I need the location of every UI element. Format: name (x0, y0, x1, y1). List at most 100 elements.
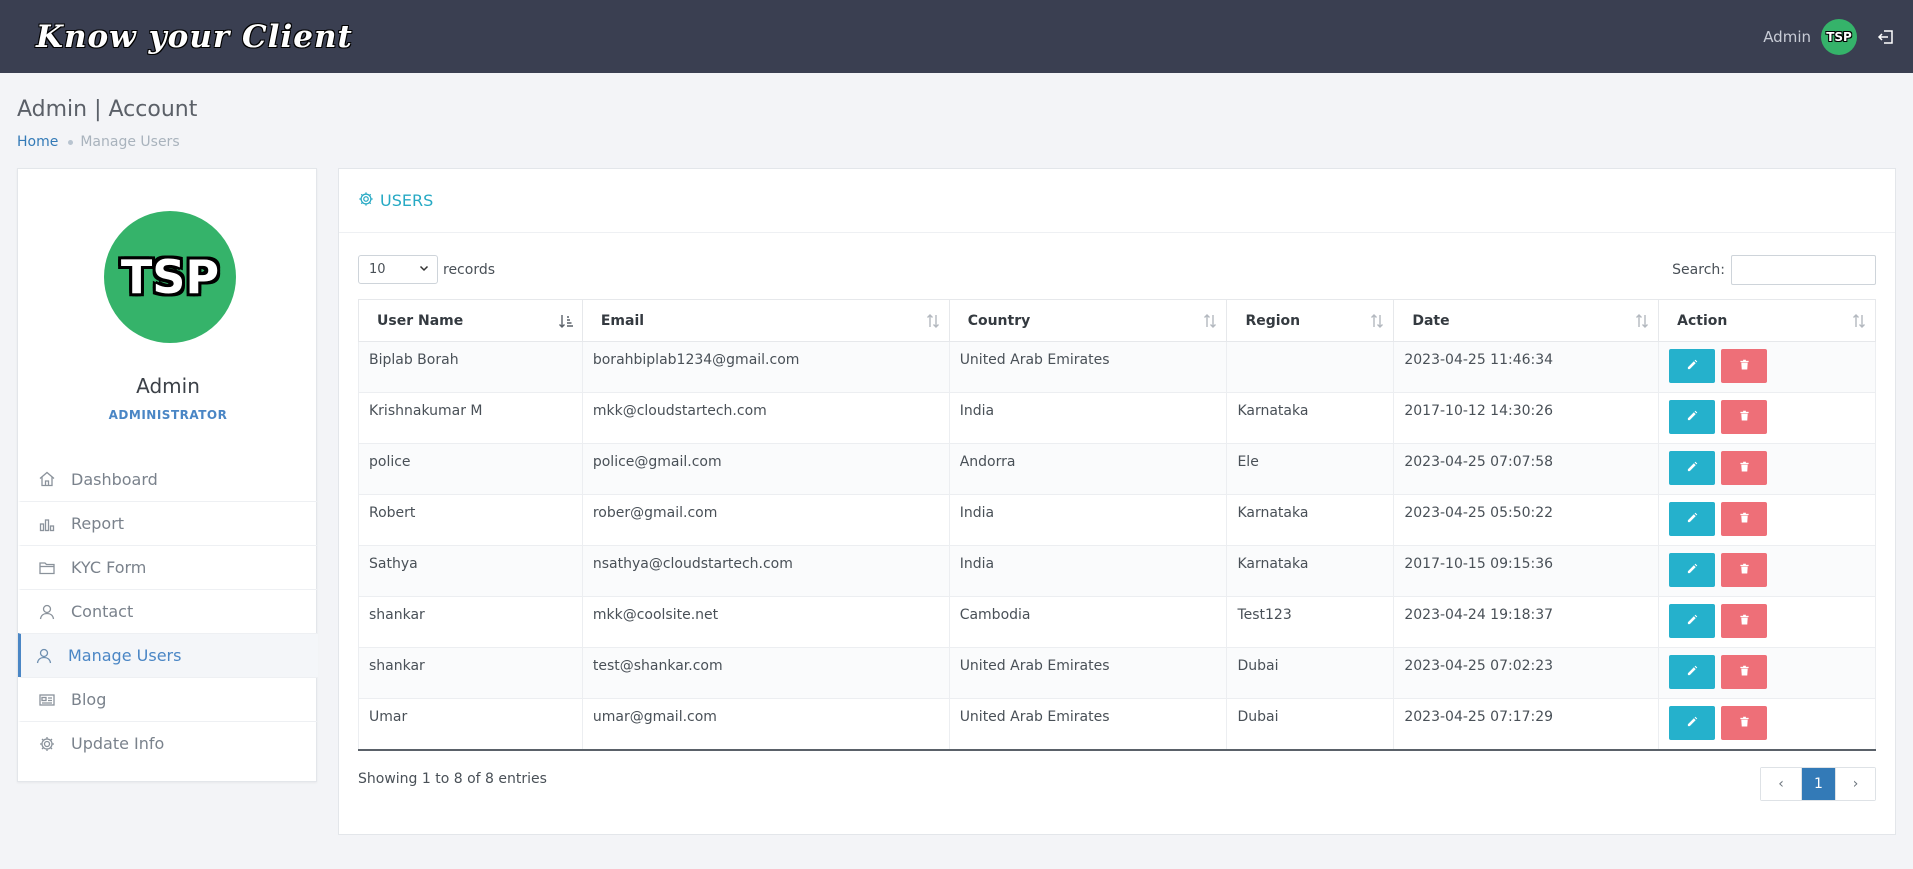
cell-date: 2017-10-15 09:15:36 (1393, 545, 1660, 597)
table-row: shankar mkk@coolsite.net Cambodia Test12… (358, 596, 1876, 648)
cell-country: United Arab Emirates (948, 341, 1228, 393)
profile-role: ADMINISTRATOR (108, 408, 228, 422)
cell-region (1226, 341, 1395, 393)
search-input[interactable] (1731, 255, 1876, 285)
column-header-action[interactable]: Action (1658, 299, 1876, 342)
pencil-icon (1687, 511, 1698, 527)
table-row: Biplab Borah borahbiplab1234@gmail.com U… (358, 341, 1876, 393)
edit-button[interactable] (1669, 553, 1716, 587)
cell-date: 2023-04-25 07:07:58 (1393, 443, 1660, 495)
cell-action (1658, 596, 1876, 648)
profile-avatar-text: TSP (120, 250, 220, 304)
sidebar-item-blog[interactable]: Blog (18, 677, 318, 721)
delete-button[interactable] (1721, 706, 1768, 740)
sidebar-item-contact[interactable]: Contact (18, 589, 318, 633)
cell-region: Dubai (1226, 647, 1395, 699)
gear-icon (38, 735, 56, 753)
delete-button[interactable] (1721, 655, 1768, 689)
delete-button[interactable] (1721, 400, 1768, 434)
sidebar-item-update-info[interactable]: Update Info (18, 721, 318, 765)
top-user-name[interactable]: Admin (1763, 28, 1811, 46)
sidebar-item-label: Blog (71, 690, 107, 709)
edit-button[interactable] (1669, 502, 1716, 536)
cell-email: nsathya@cloudstartech.com (581, 545, 950, 597)
edit-button[interactable] (1669, 604, 1716, 638)
delete-button[interactable] (1721, 604, 1768, 638)
user-icon (38, 603, 56, 621)
sidebar-item-report[interactable]: Report (18, 501, 318, 545)
cell-action (1658, 698, 1876, 751)
pencil-icon (1687, 664, 1698, 680)
pagination-page-1[interactable]: 1 (1801, 768, 1835, 800)
column-header-email[interactable]: Email (581, 299, 950, 342)
table-row: shankar test@shankar.com United Arab Emi… (358, 647, 1876, 699)
cell-email: rober@gmail.com (581, 494, 950, 546)
profile-sidebar: TSP Admin ADMINISTRATOR Dashboard Report… (17, 168, 318, 782)
pencil-icon (1687, 562, 1698, 578)
chevron-down-icon (419, 262, 429, 277)
cell-user-name: Robert (358, 494, 583, 546)
sort-icon (1851, 313, 1867, 329)
pagination: ‹ 1 › (1760, 767, 1876, 801)
column-header-user-name[interactable]: User Name (358, 299, 583, 342)
column-header-label: Country (967, 312, 1031, 329)
cell-user-name: Sathya (358, 545, 583, 597)
sidebar-item-manage-users[interactable]: Manage Users (18, 633, 318, 677)
column-header-date[interactable]: Date (1393, 299, 1660, 342)
cell-country: India (948, 494, 1228, 546)
cell-action (1658, 494, 1876, 546)
cell-email: mkk@cloudstartech.com (581, 392, 950, 444)
sidebar-item-label: Report (71, 514, 125, 533)
logout-icon[interactable] (1877, 28, 1895, 46)
sort-icon (1634, 313, 1650, 329)
cell-email: police@gmail.com (581, 443, 950, 495)
card-title: USERS (380, 191, 434, 210)
cell-action (1658, 647, 1876, 699)
cell-date: 2023-04-25 11:46:34 (1393, 341, 1660, 393)
search-control: Search: (1672, 255, 1876, 285)
sidebar-item-dashboard[interactable]: Dashboard (18, 457, 318, 501)
delete-button[interactable] (1721, 502, 1768, 536)
breadcrumb-home[interactable]: Home (17, 134, 58, 150)
edit-button[interactable] (1669, 349, 1716, 383)
edit-button[interactable] (1669, 655, 1716, 689)
delete-button[interactable] (1721, 349, 1768, 383)
cell-region: Karnataka (1226, 494, 1395, 546)
pagination-prev-button[interactable]: ‹ (1761, 768, 1801, 800)
edit-button[interactable] (1669, 400, 1716, 434)
gear-icon (358, 191, 380, 211)
column-header-country[interactable]: Country (948, 299, 1228, 342)
top-avatar[interactable]: TSP (1821, 18, 1857, 55)
cell-date: 2023-04-25 05:50:22 (1393, 494, 1660, 546)
cell-date: 2017-10-12 14:30:26 (1393, 392, 1660, 444)
cell-region: Ele (1226, 443, 1395, 495)
table-header-row: User Name Email Country Region Date Acti… (358, 299, 1876, 342)
records-per-page-value: 10 (369, 262, 386, 277)
edit-button[interactable] (1669, 451, 1716, 485)
column-header-label: Date (1412, 312, 1450, 329)
cell-country: United Arab Emirates (948, 647, 1228, 699)
cell-region: Test123 (1226, 596, 1395, 648)
column-header-region[interactable]: Region (1226, 299, 1395, 342)
cell-country: India (948, 392, 1228, 444)
sidebar-item-label: Dashboard (71, 469, 158, 489)
brand-logo[interactable]: Know your Client (36, 19, 353, 55)
bar-chart-icon (38, 515, 56, 533)
cell-region: Karnataka (1226, 545, 1395, 597)
table-row: police police@gmail.com Andorra Ele 2023… (358, 443, 1876, 495)
delete-button[interactable] (1721, 451, 1768, 485)
records-per-page-select[interactable]: 10 (358, 255, 438, 284)
top-right-user: Admin TSP (1763, 0, 1895, 73)
table-row: Sathya nsathya@cloudstartech.com India K… (358, 545, 1876, 597)
sidebar-menu: Dashboard Report KYC Form Contact Manage… (18, 457, 318, 765)
cell-action (1658, 443, 1876, 495)
sidebar-item-kyc-form[interactable]: KYC Form (18, 545, 318, 589)
sort-icon (1202, 313, 1218, 329)
edit-button[interactable] (1669, 706, 1716, 740)
trash-icon (1739, 562, 1750, 578)
delete-button[interactable] (1721, 553, 1768, 587)
sidebar-item-label: Update Info (71, 734, 165, 753)
pagination-next-button[interactable]: › (1835, 768, 1875, 800)
cell-country: India (948, 545, 1228, 597)
column-header-label: Region (1245, 312, 1301, 329)
